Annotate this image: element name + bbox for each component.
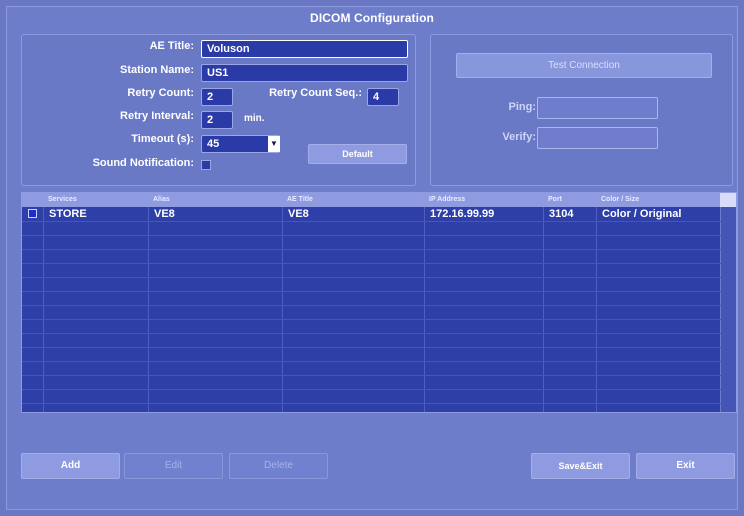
verify-label: Verify: [502,131,536,143]
station-name-label: Station Name: [120,64,194,76]
ping-label: Ping: [508,101,537,113]
settings-panel: AE Title: Voluson Station Name: US1 Retr… [21,34,416,186]
retry-interval-label: Retry Interval: [120,110,194,122]
default-button[interactable]: Default [308,144,407,164]
timeout-label: Timeout (s): [131,133,194,145]
connection-panel: Test Connection Ping: Verify: [430,34,733,186]
scrollbar-header [720,193,736,207]
add-button[interactable]: Add [21,453,120,479]
cell-color-size: Color / Original [602,208,682,220]
cell-ae-title: VE8 [288,208,309,220]
retry-count-field[interactable]: 2 [201,88,233,106]
exit-button[interactable]: Exit [636,453,735,479]
retry-interval-unit: min. [244,113,265,124]
ae-title-label: AE Title: [149,40,194,52]
sound-notification-label: Sound Notification: [92,157,194,169]
scrollbar[interactable] [720,207,736,412]
dicom-configuration-window: DICOM Configuration AE Title: Voluson St… [6,6,738,510]
cell-ip-address: 172.16.99.99 [430,208,495,220]
verify-field[interactable] [537,127,658,149]
cell-alias: VE8 [154,208,175,220]
destinations-table[interactable]: Services Alias AE Title IP Address Port … [21,192,737,413]
save-exit-button[interactable]: Save&Exit [531,453,630,479]
column-header-color-size[interactable]: Color / Size [597,193,717,207]
table-header: Services Alias AE Title IP Address Port … [22,193,736,207]
column-header-ip-address[interactable]: IP Address [425,193,543,207]
sound-notification-checkbox[interactable] [201,160,211,170]
column-header-alias[interactable]: Alias [149,193,282,207]
ae-title-field[interactable]: Voluson [201,40,408,58]
test-connection-button[interactable]: Test Connection [456,53,712,78]
column-header-services[interactable]: Services [44,193,148,207]
cell-service: STORE [49,208,87,220]
retry-interval-field[interactable]: 2 [201,111,233,129]
cell-port: 3104 [549,208,574,220]
retry-count-label: Retry Count: [127,87,194,99]
column-header-port[interactable]: Port [544,193,596,207]
ping-field[interactable] [537,97,658,119]
window-title: DICOM Configuration [310,11,434,25]
row-selected-marker[interactable] [28,209,37,218]
delete-button[interactable]: Delete [229,453,328,479]
retry-count-seq-label: Retry Count Seq.: [269,87,362,99]
retry-count-seq-field[interactable]: 4 [367,88,399,106]
column-header-ae-title[interactable]: AE Title [283,193,424,207]
station-name-field[interactable]: US1 [201,64,408,82]
chevron-down-icon[interactable]: ▼ [268,136,280,152]
edit-button[interactable]: Edit [124,453,223,479]
